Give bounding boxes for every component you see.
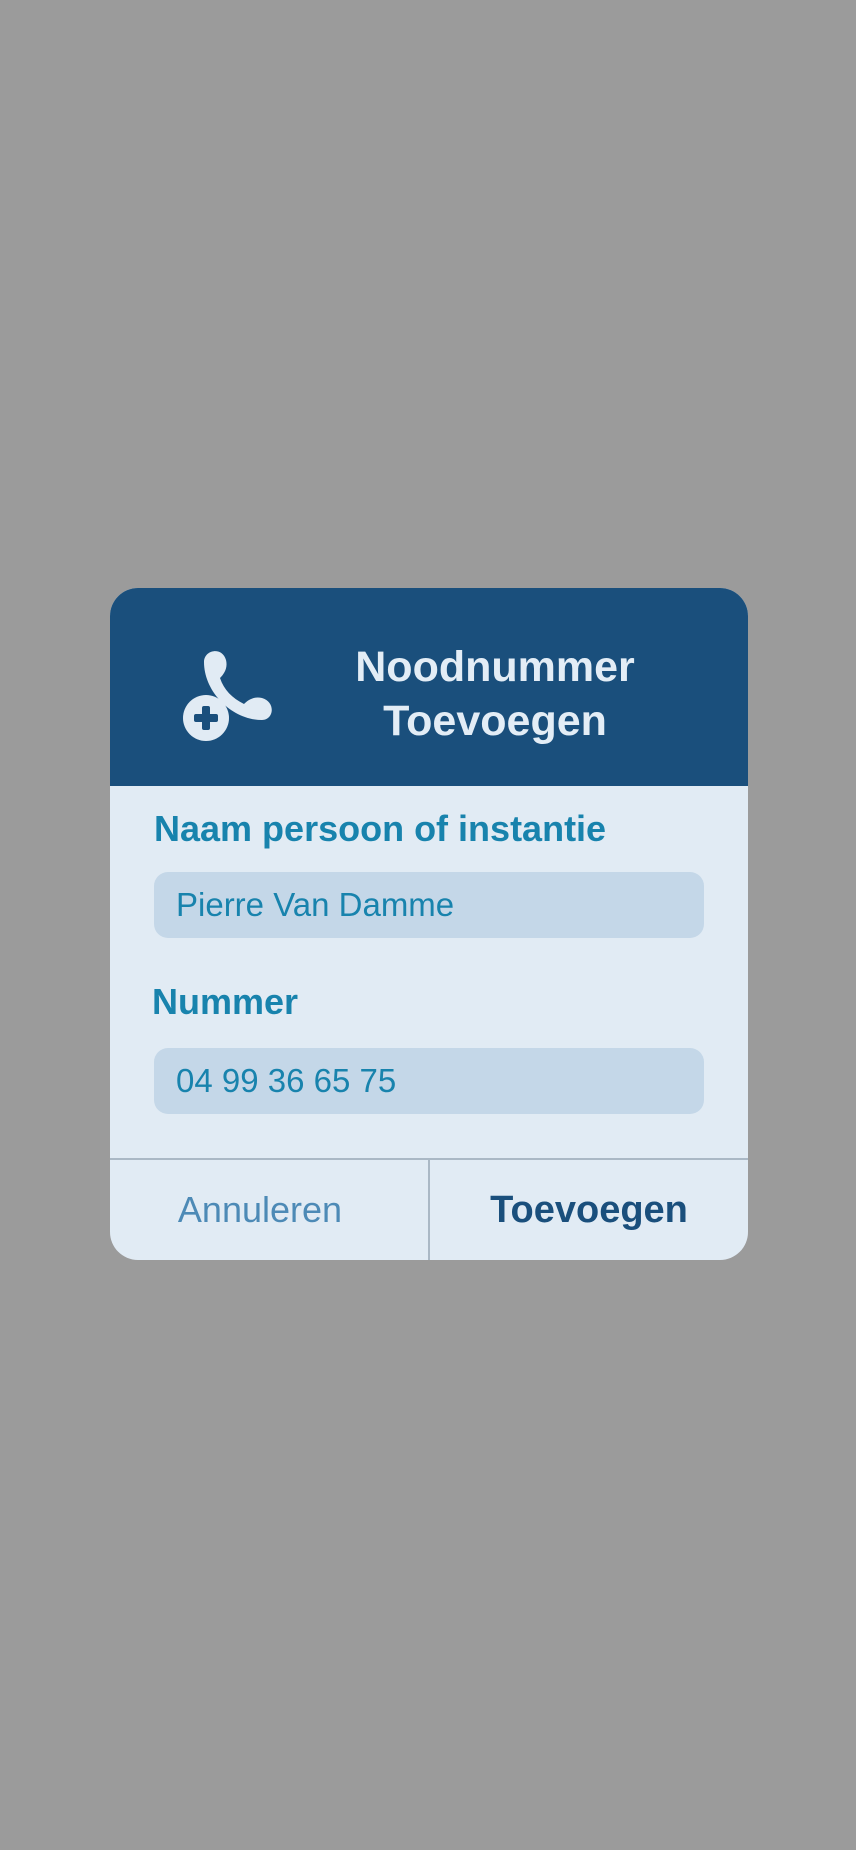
- number-input[interactable]: [154, 1048, 704, 1114]
- dialog-title-line-2: Toevoegen: [383, 697, 607, 745]
- name-label: Naam persoon of instantie: [154, 808, 607, 849]
- add-phone-icon: [183, 651, 272, 741]
- add-emergency-number-dialog: Noodnummer Toevoegen Naam persoon of ins…: [110, 588, 748, 1260]
- cancel-button[interactable]: Annuleren: [110, 1160, 410, 1260]
- dialog-title: Noodnummer Toevoegen: [310, 640, 680, 748]
- name-input[interactable]: [154, 872, 704, 938]
- number-label: Nummer: [152, 981, 299, 1022]
- dialog-header: Noodnummer Toevoegen: [110, 588, 748, 786]
- dialog-title-line-1: Noodnummer: [355, 643, 635, 691]
- add-button[interactable]: Toevoegen: [430, 1160, 748, 1260]
